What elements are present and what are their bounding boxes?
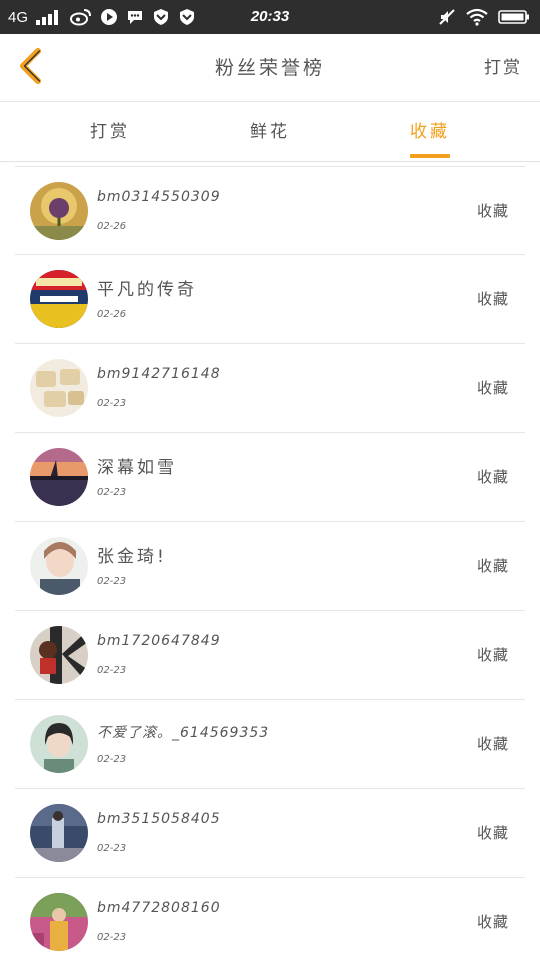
tab-label: 收藏 <box>410 122 450 142</box>
battery-icon <box>498 9 530 25</box>
item-date: 02-23 <box>97 932 127 943</box>
tab-collect[interactable]: 收藏 <box>370 102 490 162</box>
item-date: 02-23 <box>97 843 127 854</box>
avatar[interactable] <box>30 537 88 595</box>
avatar[interactable] <box>30 626 88 684</box>
reward-button[interactable]: 打赏 <box>484 34 522 102</box>
user-name: 不爱了滚。_614569353 <box>97 725 270 741</box>
collect-label: 收藏 <box>476 202 509 220</box>
user-name: bm1720647849 <box>97 633 221 649</box>
avatar[interactable] <box>30 804 88 862</box>
collect-label: 收藏 <box>476 290 509 308</box>
item-date: 02-23 <box>97 576 127 587</box>
item-date: 02-23 <box>97 665 127 676</box>
tab-reward[interactable]: 打赏 <box>50 102 170 162</box>
tab-label: 鲜花 <box>250 122 290 142</box>
page-title: 粉丝荣誉榜 <box>214 57 325 79</box>
list-item: bm9142716148 02-23 收藏 <box>15 344 525 433</box>
list-item: 平凡的传奇 02-26 收藏 <box>15 255 525 344</box>
list-item: bm1720647849 02-23 收藏 <box>15 611 525 700</box>
collect-label: 收藏 <box>476 824 509 842</box>
list-item: 深幕如雪 02-23 收藏 <box>15 433 525 522</box>
tab-label: 打赏 <box>90 122 130 142</box>
user-name: bm0314550309 <box>97 189 221 205</box>
item-date: 02-23 <box>97 754 127 765</box>
item-date: 02-23 <box>97 398 127 409</box>
avatar[interactable] <box>30 448 88 506</box>
status-bar: 4G 20:33 <box>0 0 540 34</box>
tab-bar: 打赏 鲜花 收藏 <box>0 102 540 162</box>
collect-label: 收藏 <box>476 379 509 397</box>
avatar[interactable] <box>30 270 88 328</box>
list-item: bm4772808160 02-23 收藏 <box>15 878 525 960</box>
mute-icon <box>438 8 456 26</box>
collect-label: 收藏 <box>476 468 509 486</box>
active-tab-indicator <box>410 154 450 158</box>
item-date: 02-23 <box>97 487 127 498</box>
item-date: 02-26 <box>97 309 127 320</box>
collect-label: 收藏 <box>476 557 509 575</box>
user-name: bm3515058405 <box>97 811 221 827</box>
user-name: bm9142716148 <box>97 366 221 382</box>
list-item: bm0314550309 02-26 收藏 <box>15 166 525 255</box>
collect-label: 收藏 <box>476 735 509 753</box>
list-item: 张金琦! 02-23 收藏 <box>15 522 525 611</box>
collect-label: 收藏 <box>476 913 509 931</box>
user-name: 平凡的传奇 <box>97 280 197 300</box>
list-item: bm3515058405 02-23 收藏 <box>15 789 525 878</box>
fan-list: bm0314550309 02-26 收藏 平凡的传奇 02-26 收藏 bm9… <box>15 166 525 960</box>
tab-flowers[interactable]: 鲜花 <box>210 102 330 162</box>
item-date: 02-26 <box>97 221 127 232</box>
user-name: 深幕如雪 <box>97 458 177 478</box>
header-bar: 粉丝荣誉榜 打赏 <box>0 34 540 102</box>
list-item: 不爱了滚。_614569353 02-23 收藏 <box>15 700 525 789</box>
avatar[interactable] <box>30 893 88 951</box>
collect-label: 收藏 <box>476 646 509 664</box>
avatar[interactable] <box>30 359 88 417</box>
status-right <box>438 0 530 34</box>
user-name: 张金琦! <box>97 547 167 567</box>
avatar[interactable] <box>30 182 88 240</box>
user-name: bm4772808160 <box>97 900 221 916</box>
avatar[interactable] <box>30 715 88 773</box>
wifi-icon <box>466 8 488 26</box>
